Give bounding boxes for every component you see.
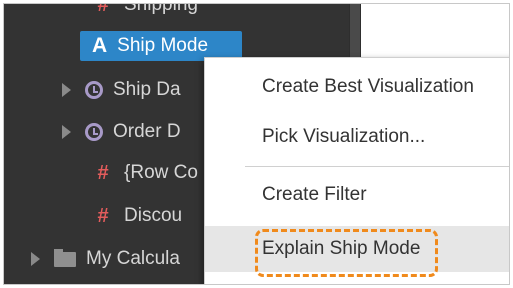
string-field-icon: A	[92, 34, 108, 57]
menu-item-create-best-visualization[interactable]: Create Best Visualization	[205, 64, 509, 110]
tree-item-ship-date[interactable]: Ship Da	[62, 71, 181, 109]
menu-item-create-filter[interactable]: Create Filter	[205, 172, 509, 218]
expand-caret-icon[interactable]	[62, 125, 71, 139]
tree-item-order-date[interactable]: Order D	[62, 113, 181, 151]
expand-caret-icon[interactable]	[62, 83, 71, 97]
hash-icon: #	[97, 204, 109, 227]
screenshot-frame: # Shipping A Ship Mode Ship Da Order D #…	[3, 3, 510, 285]
clock-icon	[85, 81, 103, 99]
menu-separator	[245, 166, 509, 167]
menu-item-pick-visualization[interactable]: Pick Visualization...	[205, 114, 509, 160]
tree-item-row-count[interactable]: # {Row Co	[92, 154, 198, 192]
tree-item-label: Order D	[113, 121, 181, 142]
context-menu: Create Best Visualization Pick Visualiza…	[204, 57, 509, 284]
tree-item-label: {Row Co	[124, 162, 198, 183]
tree-item-my-calculations[interactable]: My Calcula	[31, 240, 180, 278]
tree-item-label: Ship Da	[113, 79, 181, 100]
hash-icon: #	[97, 3, 109, 16]
tree-item-label: Shipping	[124, 3, 198, 15]
tree-item-discount[interactable]: # Discou	[92, 197, 182, 235]
tree-item-label: Ship Mode	[117, 35, 209, 56]
tree-item-label: My Calcula	[86, 248, 180, 269]
tree-item-label: Discou	[124, 205, 183, 226]
hash-icon: #	[97, 161, 109, 184]
tree-item-shipping[interactable]: # Shipping	[92, 3, 198, 24]
expand-caret-icon[interactable]	[31, 252, 40, 266]
menu-item-label: Create Filter	[262, 184, 367, 205]
clock-icon	[85, 123, 103, 141]
callout-highlight	[255, 229, 438, 277]
menu-item-label: Create Best Visualization	[262, 76, 474, 97]
folder-icon	[54, 248, 76, 267]
menu-item-label: Pick Visualization...	[262, 126, 426, 147]
